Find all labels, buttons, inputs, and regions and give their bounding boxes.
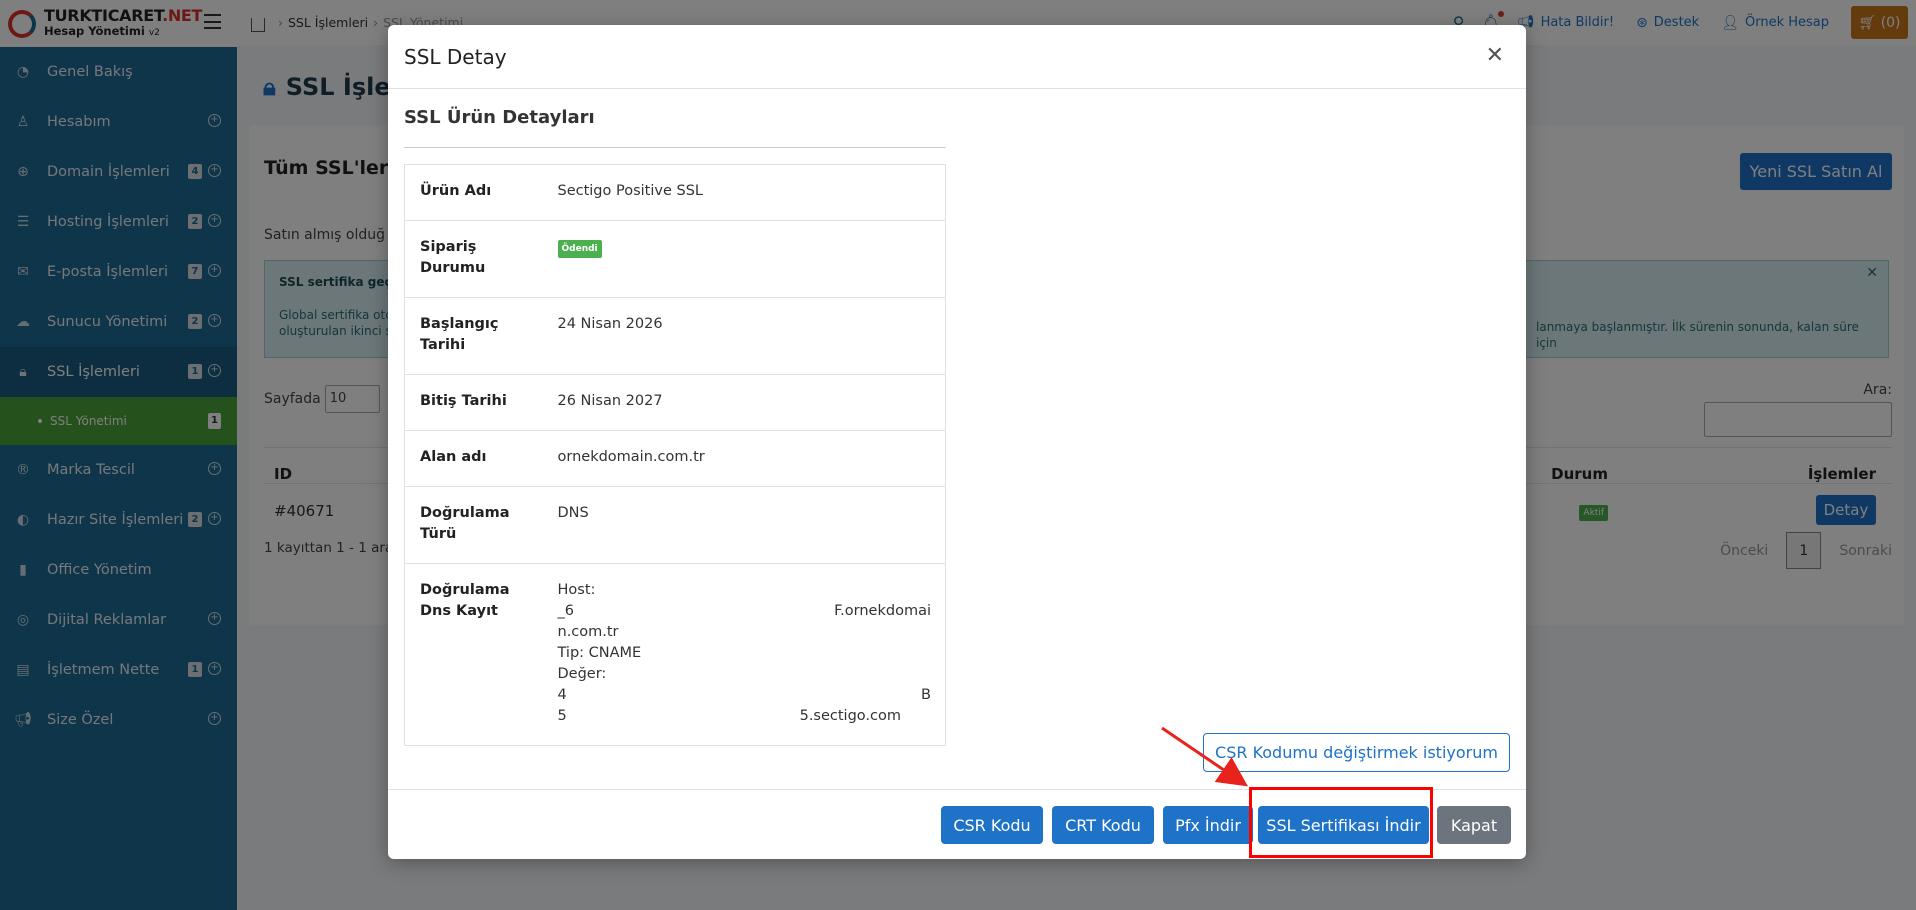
dns-host-label: Host: bbox=[557, 582, 596, 598]
modal-title: SSL Detay bbox=[404, 44, 507, 69]
table-row: Ürün Adı Sectigo Positive SSL bbox=[404, 164, 946, 221]
value-dns-record: Host: _6 F.ornekdomai n.com.tr Tip: CNAME… bbox=[542, 563, 946, 746]
csr-code-button[interactable]: CSR Kodu bbox=[941, 806, 1043, 844]
pfx-download-button[interactable]: Pfx İndir bbox=[1163, 806, 1253, 844]
crt-code-button[interactable]: CRT Kodu bbox=[1052, 806, 1154, 844]
detail-table: Ürün Adı Sectigo Positive SSL Sipariş Dur… bbox=[404, 164, 946, 746]
dns-value-line2: 5 5.sectigo.com bbox=[557, 708, 902, 724]
table-row: Başlangıç Tarihi 24 Nisan 2026 bbox=[404, 297, 946, 375]
change-csr-button[interactable]: CSR Kodumu değiştirmek istiyorum bbox=[1203, 733, 1510, 772]
close-button[interactable]: Kapat bbox=[1437, 806, 1511, 844]
table-row: Bitiş Tarihi 26 Nisan 2027 bbox=[404, 374, 946, 431]
value-end-date: 26 Nisan 2027 bbox=[542, 374, 946, 431]
ssl-detail-modal: SSL Detay ✕ SSL Ürün Detayları Ürün Adı … bbox=[388, 25, 1526, 859]
table-row: Doğrulama Türü DNS bbox=[404, 486, 946, 564]
label-order-status: Sipariş Durumu bbox=[404, 220, 543, 298]
value-start-date: 24 Nisan 2026 bbox=[542, 297, 946, 375]
close-icon[interactable]: ✕ bbox=[1486, 45, 1504, 67]
label-end-date: Bitiş Tarihi bbox=[404, 374, 543, 431]
dns-type: Tip: CNAME bbox=[557, 645, 642, 661]
table-row: Alan adı ornekdomain.com.tr bbox=[404, 430, 946, 487]
label-validation-type: Doğrulama Türü bbox=[404, 486, 543, 564]
section-title: SSL Ürün Detayları bbox=[404, 107, 595, 128]
value-validation-type: DNS bbox=[542, 486, 946, 564]
highlight-box bbox=[1249, 787, 1433, 858]
table-row: Sipariş Durumu Ödendi bbox=[404, 220, 946, 298]
dns-host-line: _6 F.ornekdomai bbox=[557, 603, 932, 619]
label-dns-record: Doğrulama Dns Kayıt bbox=[404, 563, 543, 746]
dns-value-label: Değer: bbox=[557, 666, 607, 682]
value-order-status-cell: Ödendi bbox=[542, 220, 946, 298]
table-row: Doğrulama Dns Kayıt Host: _6 F.ornekdomai … bbox=[404, 563, 946, 746]
modal-header: SSL Detay ✕ bbox=[388, 25, 1526, 89]
dns-value-line: 4B bbox=[557, 687, 932, 703]
label-start-date: Başlangıç Tarihi bbox=[404, 297, 543, 375]
value-product-name: Sectigo Positive SSL bbox=[542, 164, 946, 221]
paid-status-badge: Ödendi bbox=[557, 240, 602, 258]
dns-host-line2: n.com.tr bbox=[557, 624, 619, 640]
label-domain: Alan adı bbox=[404, 430, 543, 487]
value-domain: ornekdomain.com.tr bbox=[542, 430, 946, 487]
label-product-name: Ürün Adı bbox=[404, 164, 543, 221]
section-divider bbox=[404, 147, 946, 148]
